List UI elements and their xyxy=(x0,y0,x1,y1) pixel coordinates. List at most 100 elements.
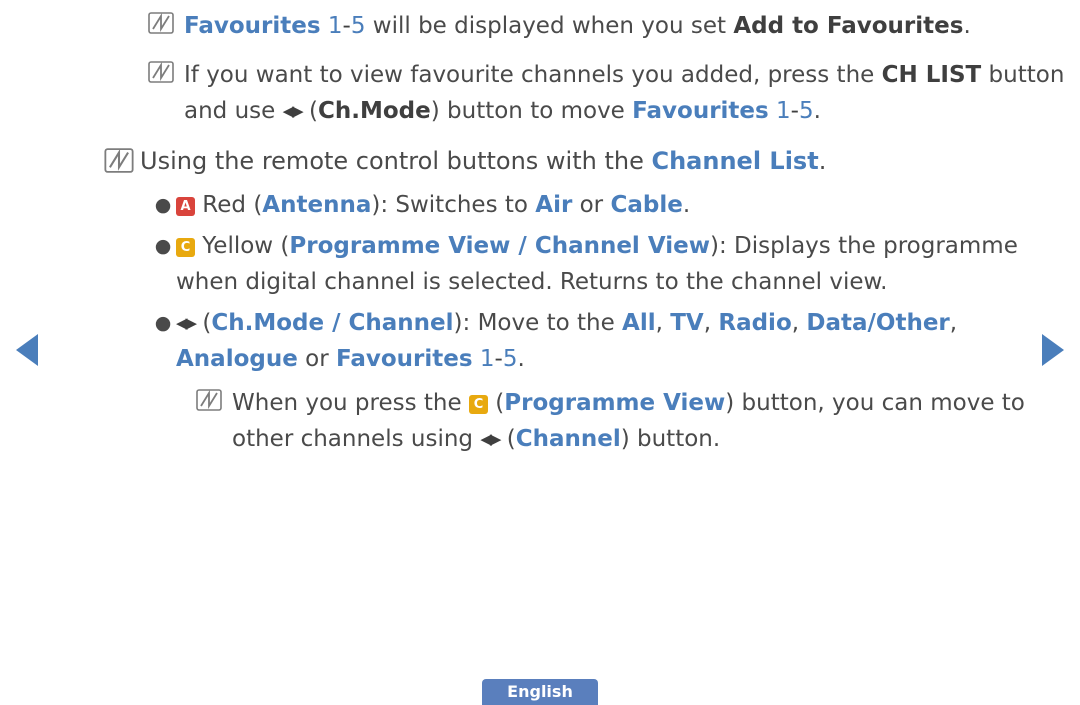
text-button: button xyxy=(981,62,1065,88)
text-period: . xyxy=(682,192,691,218)
text-channel-list: Channel List xyxy=(651,147,819,175)
guide-page: Favourites 1-5 will be displayed when yo… xyxy=(0,0,1080,705)
left-right-arrows-icon: ◀▶ xyxy=(480,430,501,448)
bullet-ch-mode-channel: ● ◀▶ (Ch.Mode / Channel): Move to the Al… xyxy=(0,305,1080,377)
note-line-1: Favourites 1-5 will be displayed when yo… xyxy=(184,8,1080,44)
bullet-line-2: Analogue or Favourites 1-5. xyxy=(176,341,1080,377)
text-paren-open: ( xyxy=(195,310,212,336)
text-comma-4: , xyxy=(949,310,958,336)
note-text: Favourites 1-5 will be displayed when yo… xyxy=(184,8,1080,44)
left-right-arrows-icon: ◀▶ xyxy=(176,314,197,332)
text-range-end: 5 xyxy=(350,13,366,39)
text-range-end: 5 xyxy=(502,346,518,372)
note-block-remote-buttons: Using the remote control buttons with th… xyxy=(0,143,1080,179)
bullet-line-1: ◀▶ (Ch.Mode / Channel): Move to the All,… xyxy=(176,305,1080,341)
text-or: or xyxy=(297,346,336,372)
text-period: . xyxy=(818,147,827,175)
bullet-text: ◀▶ (Ch.Mode / Channel): Move to the All,… xyxy=(176,305,1080,377)
text-programme-view: Programme View xyxy=(504,390,726,416)
text-red-label: Red ( xyxy=(195,192,263,218)
bullet-line-1: C Yellow (Programme View / Channel View)… xyxy=(176,228,1080,264)
text-add-to-favourites: Add to Favourites xyxy=(733,13,964,39)
bullet-red-antenna: ● A Red (Antenna): Switches to Air or Ca… xyxy=(0,187,1080,223)
text-channel: Channel xyxy=(515,426,621,452)
text-radio: Radio xyxy=(718,310,792,336)
bullet-dot-icon: ● xyxy=(154,312,172,334)
text-switches: ): Switches to xyxy=(371,192,536,218)
bullet-text: C Yellow (Programme View / Channel View)… xyxy=(176,228,1080,300)
note-text: If you want to view favourite channels y… xyxy=(184,57,1080,129)
text-data-other: Data/Other xyxy=(806,310,950,336)
text-range-start: 1 xyxy=(768,98,791,124)
text-tv: TV xyxy=(670,310,704,336)
next-page-arrow[interactable] xyxy=(1042,334,1064,366)
text-when-press: When you press the xyxy=(232,390,469,416)
note-nn-icon xyxy=(196,389,222,411)
note-line-1: When you press the C (Programme View) bu… xyxy=(232,385,1080,421)
text-middle: will be displayed when you set xyxy=(365,13,734,39)
yellow-key-icon: C xyxy=(176,238,195,257)
text-range-start: 1 xyxy=(472,346,495,372)
note-line-2: and use ◀▶ (Ch.Mode) button to move Favo… xyxy=(184,93,1080,129)
text-to-move: ) button to move xyxy=(430,98,633,124)
bullet-yellow-programme-view: ● C Yellow (Programme View / Channel Vie… xyxy=(0,228,1080,300)
bullet-line-2: when digital channel is selected. Return… xyxy=(176,264,1080,300)
text-other-channels: other channels using xyxy=(232,426,481,452)
note-line-1: If you want to view favourite channels y… xyxy=(184,57,1080,93)
text-analogue: Analogue xyxy=(176,346,298,372)
text-displays: ): Displays the programme xyxy=(709,233,1018,259)
note-block-programme-view: When you press the C (Programme View) bu… xyxy=(0,385,1080,457)
text-ch-list: CH LIST xyxy=(881,62,982,88)
text-intro: If you want to view favourite channels y… xyxy=(184,62,882,88)
text-comma-3: , xyxy=(791,310,807,336)
bullet-line-1: A Red (Antenna): Switches to Air or Cabl… xyxy=(176,187,1080,223)
previous-page-arrow[interactable] xyxy=(16,334,38,366)
text-cable: Cable xyxy=(610,192,683,218)
text-paren-open: ( xyxy=(487,390,505,416)
text-paren-open: ( xyxy=(301,98,318,124)
text-button: ) button. xyxy=(620,426,721,452)
note-text: When you press the C (Programme View) bu… xyxy=(232,385,1080,457)
note-line-1: Using the remote control buttons with th… xyxy=(140,143,1080,179)
text-dash: - xyxy=(494,346,503,372)
note-text: Using the remote control buttons with th… xyxy=(140,143,1080,179)
text-favourites: Favourites xyxy=(632,98,769,124)
text-programme-channel-view: Programme View / Channel View xyxy=(289,233,710,259)
text-period: . xyxy=(517,346,525,372)
text-air: Air xyxy=(535,192,573,218)
text-you-can-move: ) button, you can move to xyxy=(725,390,1025,416)
guide-content: Favourites 1-5 will be displayed when yo… xyxy=(0,0,1080,457)
text-period: . xyxy=(813,98,821,124)
note-nn-icon xyxy=(148,61,174,83)
text-and-use: and use xyxy=(184,98,283,124)
text-or: or xyxy=(572,192,611,218)
text-ch-mode: Ch.Mode xyxy=(317,98,431,124)
bullet-dot-icon: ● xyxy=(154,194,172,216)
text-move-to: ): Move to the xyxy=(453,310,623,336)
note-nn-icon xyxy=(104,148,134,173)
text-favourites: Favourites xyxy=(335,346,473,372)
text-comma-1: , xyxy=(655,310,671,336)
text-using-remote: Using the remote control buttons with th… xyxy=(140,147,652,175)
yellow-key-icon: C xyxy=(468,395,488,414)
text-all: All xyxy=(622,310,656,336)
text-paren-open-2: ( xyxy=(499,426,516,452)
text-comma-2: , xyxy=(703,310,719,336)
note-nn-icon xyxy=(148,12,174,34)
text-digital-channel: when digital channel is selected. Return… xyxy=(176,269,888,295)
left-right-arrows-icon: ◀▶ xyxy=(282,102,304,120)
note-block-favourites-display: Favourites 1-5 will be displayed when yo… xyxy=(0,8,1080,44)
bullet-text: A Red (Antenna): Switches to Air or Cabl… xyxy=(176,187,1080,223)
note-block-ch-list: If you want to view favourite channels y… xyxy=(0,57,1080,129)
text-range-end: 5 xyxy=(798,98,814,124)
red-key-icon: A xyxy=(176,197,195,216)
note-line-2: other channels using ◀▶ (Channel) button… xyxy=(232,421,1080,457)
text-yellow-label: Yellow ( xyxy=(195,233,290,259)
language-button[interactable]: English xyxy=(482,679,598,705)
text-period: . xyxy=(963,13,971,39)
text-favourites: Favourites xyxy=(184,13,321,39)
text-dash: - xyxy=(342,13,351,39)
text-antenna: Antenna xyxy=(262,192,372,218)
text-dash: - xyxy=(790,98,799,124)
bullet-dot-icon: ● xyxy=(154,235,172,257)
